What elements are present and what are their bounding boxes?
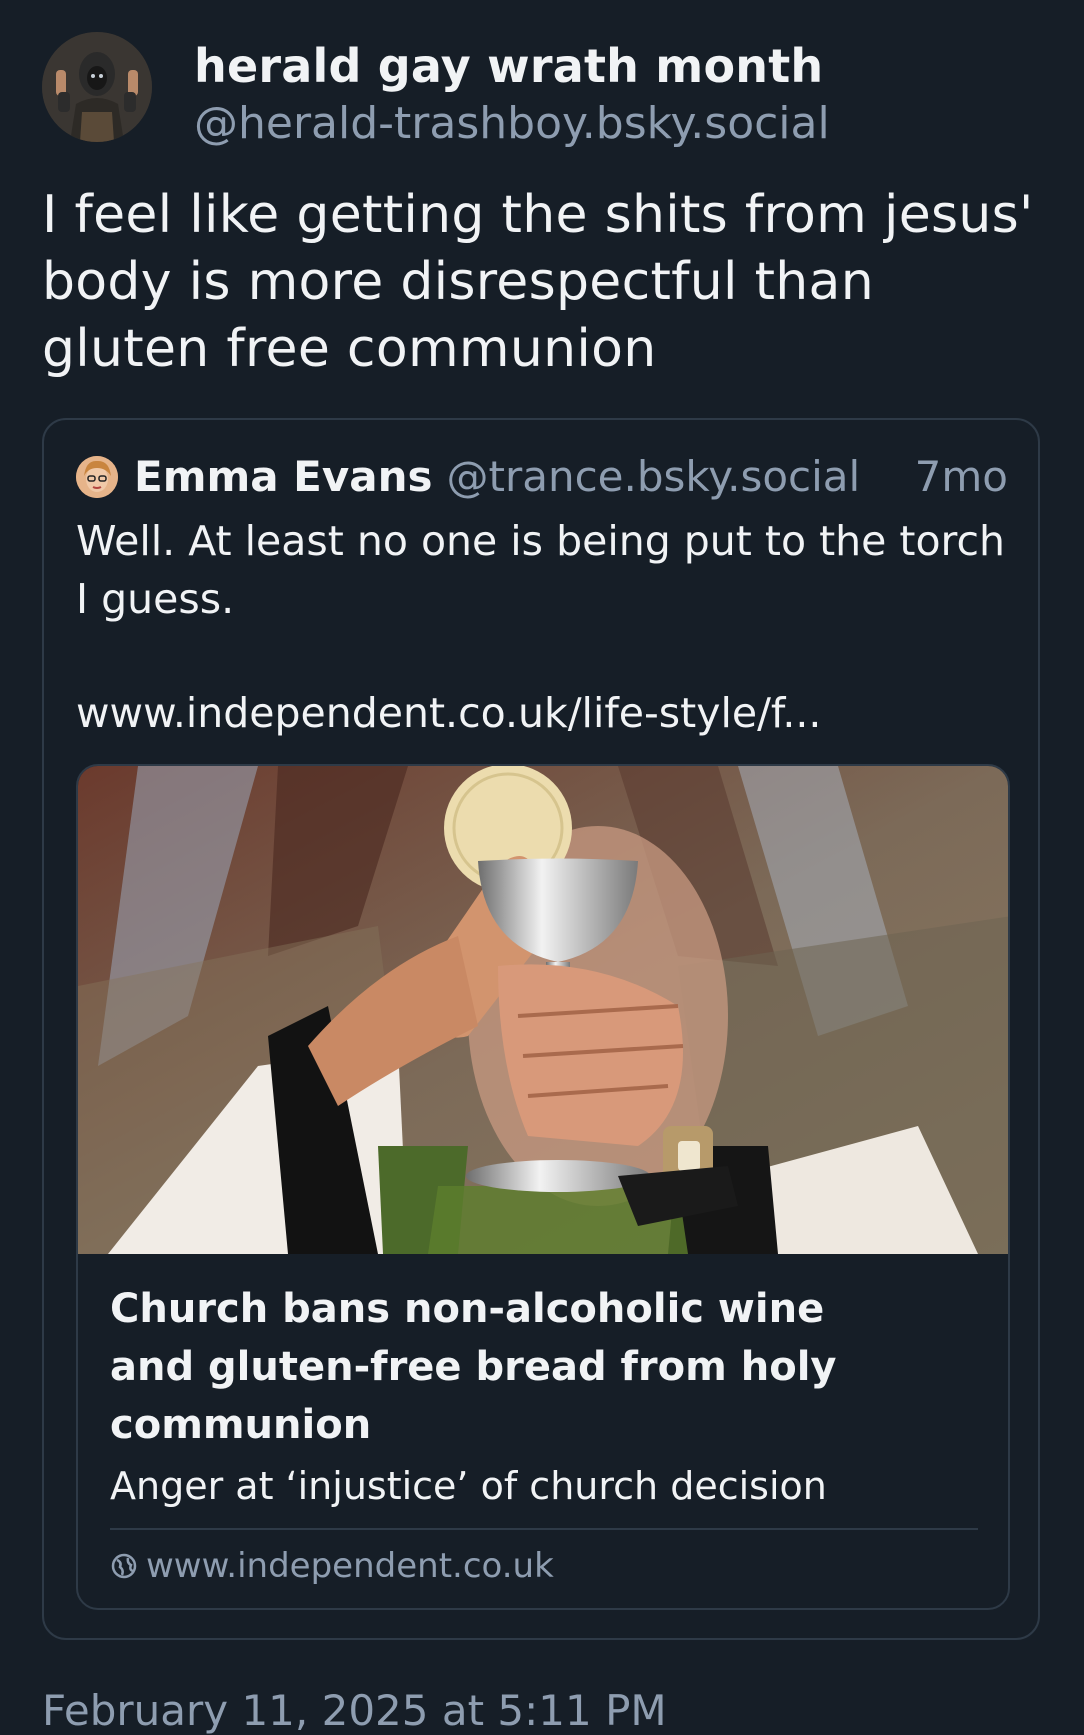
quote-card[interactable]: Emma Evans @trance.bsky.social 7mo Well.… — [42, 418, 1040, 1640]
author-display-name[interactable]: herald gay wrath month — [194, 38, 830, 94]
quote-text: Well. At least no one is being put to th… — [76, 517, 1006, 623]
link-card-source-text: www.independent.co.uk — [146, 1546, 554, 1586]
avatar-image — [76, 455, 118, 498]
post-text: I feel like getting the shits from jesus… — [42, 185, 1034, 379]
post-timestamp[interactable]: February 11, 2025 at 5:11 PM — [42, 1686, 667, 1735]
quote-link[interactable]: www.independent.co.uk/life-style/f... — [76, 684, 821, 742]
avatar-image — [42, 32, 152, 142]
link-card-title[interactable]: Church bans non-alcoholic wine and glute… — [110, 1280, 870, 1454]
quote-author-name[interactable]: Emma Evans — [134, 452, 433, 501]
quote-author-handle[interactable]: @trance.bsky.social — [447, 452, 861, 501]
link-card-description: Anger at ‘injustice’ of church decision — [110, 1464, 827, 1508]
post-header: herald gay wrath month @herald-trashboy.… — [42, 32, 830, 154]
quote-author-avatar[interactable] — [76, 455, 118, 498]
link-card-image — [78, 766, 1008, 1254]
post: herald gay wrath month @herald-trashboy.… — [0, 0, 1084, 1735]
author-handle[interactable]: @herald-trashboy.bsky.social — [194, 94, 830, 154]
author-avatar[interactable] — [42, 32, 152, 142]
quote-header: Emma Evans @trance.bsky.social 7mo — [76, 452, 1008, 501]
link-card[interactable]: Church bans non-alcoholic wine and glute… — [76, 764, 1010, 1610]
link-card-source[interactable]: www.independent.co.uk — [110, 1546, 554, 1586]
quote-age: 7mo — [914, 452, 1008, 501]
globe-icon — [111, 1553, 137, 1579]
link-card-divider — [110, 1528, 978, 1530]
author-names: herald gay wrath month @herald-trashboy.… — [194, 38, 830, 154]
